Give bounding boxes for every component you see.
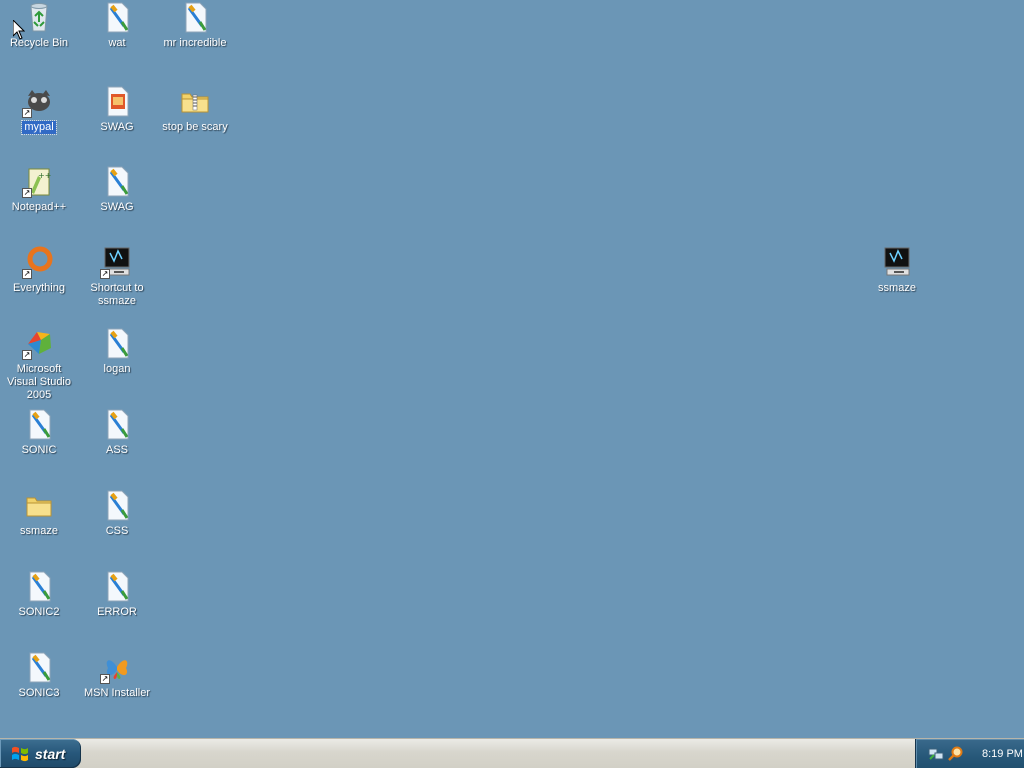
desktop-icon-label: stop be scary [162, 121, 228, 133]
shortcut-arrow-icon: ↗ [22, 108, 32, 118]
paint-document-icon [178, 0, 212, 34]
desktop-icon-ssmaze-folder[interactable]: ssmaze [0, 488, 78, 538]
desktop-icon-css[interactable]: CSS [78, 488, 156, 538]
desktop-icon-sonic2[interactable]: SONIC2 [0, 569, 78, 619]
desktop[interactable]: Recycle Bin ↗ mypal ++ ↗ Notepad++ ↗ Eve… [0, 0, 1024, 738]
desktop-icon-logan[interactable]: logan [78, 326, 156, 376]
desktop-icon-label: mr incredible [163, 37, 227, 49]
shortcut-arrow-icon: ↗ [22, 350, 32, 360]
desktop-icon-ssmaze[interactable]: ssmaze [858, 245, 936, 295]
desktop-icon-swag-image[interactable]: SWAG [78, 84, 156, 134]
shortcut-arrow-icon: ↗ [22, 188, 32, 198]
start-label: start [35, 745, 66, 762]
windows-logo-icon [12, 746, 28, 761]
shortcut-arrow-icon: ↗ [100, 269, 110, 279]
taskbar: start 8:19 PM [0, 738, 1024, 768]
desktop-icon-mr-incredible[interactable]: mr incredible [156, 0, 234, 50]
desktop-icon-everything[interactable]: ↗ Everything [0, 245, 78, 295]
paint-document-icon [22, 407, 56, 441]
desktop-icon-shortcut-to-ssmaze[interactable]: ↗ Shortcut to ssmaze [78, 245, 156, 308]
desktop-icon-sonic3[interactable]: SONIC3 [0, 650, 78, 700]
paint-document-icon [100, 407, 134, 441]
desktop-icon-label: SONIC2 [18, 606, 60, 618]
paint-document-icon [100, 164, 134, 198]
desktop-icon-visual-studio[interactable]: ↗ Microsoft Visual Studio 2005 [0, 326, 78, 402]
paint-document-icon [22, 650, 56, 684]
system-tray: 8:19 PM [915, 739, 1024, 768]
paint-document-icon [100, 0, 134, 34]
desktop-icon-ass[interactable]: ASS [78, 407, 156, 457]
desktop-icon-label: ERROR [97, 606, 137, 618]
desktop-icon-label: logan [103, 363, 131, 375]
svg-text:++: ++ [38, 171, 51, 180]
clock[interactable]: 8:19 PM [982, 748, 1023, 760]
mypal-icon: ↗ [22, 84, 56, 118]
shortcut-arrow-icon: ↗ [100, 674, 110, 684]
paint-document-icon [100, 488, 134, 522]
desktop-icon-stop-be-scary[interactable]: stop be scary [156, 84, 234, 134]
search-magnifier-icon[interactable] [948, 746, 964, 762]
desktop-icon-recycle-bin[interactable]: Recycle Bin [0, 0, 78, 50]
desktop-icon-notepad-plus-plus[interactable]: ++ ↗ Notepad++ [0, 164, 78, 214]
desktop-icon-mypal[interactable]: ↗ mypal [0, 84, 78, 135]
paint-document-icon [100, 326, 134, 360]
screensaver-icon: ↗ [100, 245, 134, 279]
desktop-icon-label: MSN Installer [83, 687, 151, 699]
paint-document-icon [100, 569, 134, 603]
desktop-icon-label: ssmaze [20, 525, 58, 537]
desktop-icon-label: Everything [13, 282, 65, 294]
network-icon[interactable] [928, 746, 944, 762]
desktop-icon-sonic[interactable]: SONIC [0, 407, 78, 457]
shortcut-arrow-icon: ↗ [22, 269, 32, 279]
mouse-cursor-icon [13, 20, 25, 40]
desktop-icon-label: SONIC3 [18, 687, 60, 699]
desktop-icon-label: mypal [21, 120, 57, 135]
image-document-icon [100, 84, 134, 118]
visual-studio-icon: ↗ [22, 326, 56, 360]
desktop-icon-swag[interactable]: SWAG [78, 164, 156, 214]
desktop-icon-label: ASS [105, 444, 128, 456]
paint-document-icon [22, 569, 56, 603]
desktop-icon-label: CSS [105, 525, 129, 537]
start-button[interactable]: start [0, 739, 81, 768]
desktop-icon-label: SWAG [100, 121, 134, 133]
desktop-icon-label: Microsoft Visual Studio 2005 [6, 363, 71, 401]
desktop-icon-label: Shortcut to ssmaze [90, 282, 144, 307]
notepad-plus-plus-icon: ++ ↗ [22, 164, 56, 198]
desktop-icon-msn-installer[interactable]: ↗ MSN Installer [78, 650, 156, 700]
desktop-icon-label: SONIC [21, 444, 57, 456]
screensaver-icon [880, 245, 914, 279]
desktop-icon-label: ssmaze [878, 282, 916, 294]
desktop-icon-error[interactable]: ERROR [78, 569, 156, 619]
msn-butterfly-icon: ↗ [100, 650, 134, 684]
desktop-icon-label: wat [108, 37, 126, 49]
desktop-icon-label: Notepad++ [11, 201, 67, 213]
desktop-icon-wat[interactable]: wat [78, 0, 156, 50]
recycle-bin-icon [22, 0, 56, 34]
folder-icon [22, 488, 56, 522]
desktop-icon-label: SWAG [100, 201, 134, 213]
zip-folder-icon [178, 84, 212, 118]
everything-search-icon: ↗ [22, 245, 56, 279]
